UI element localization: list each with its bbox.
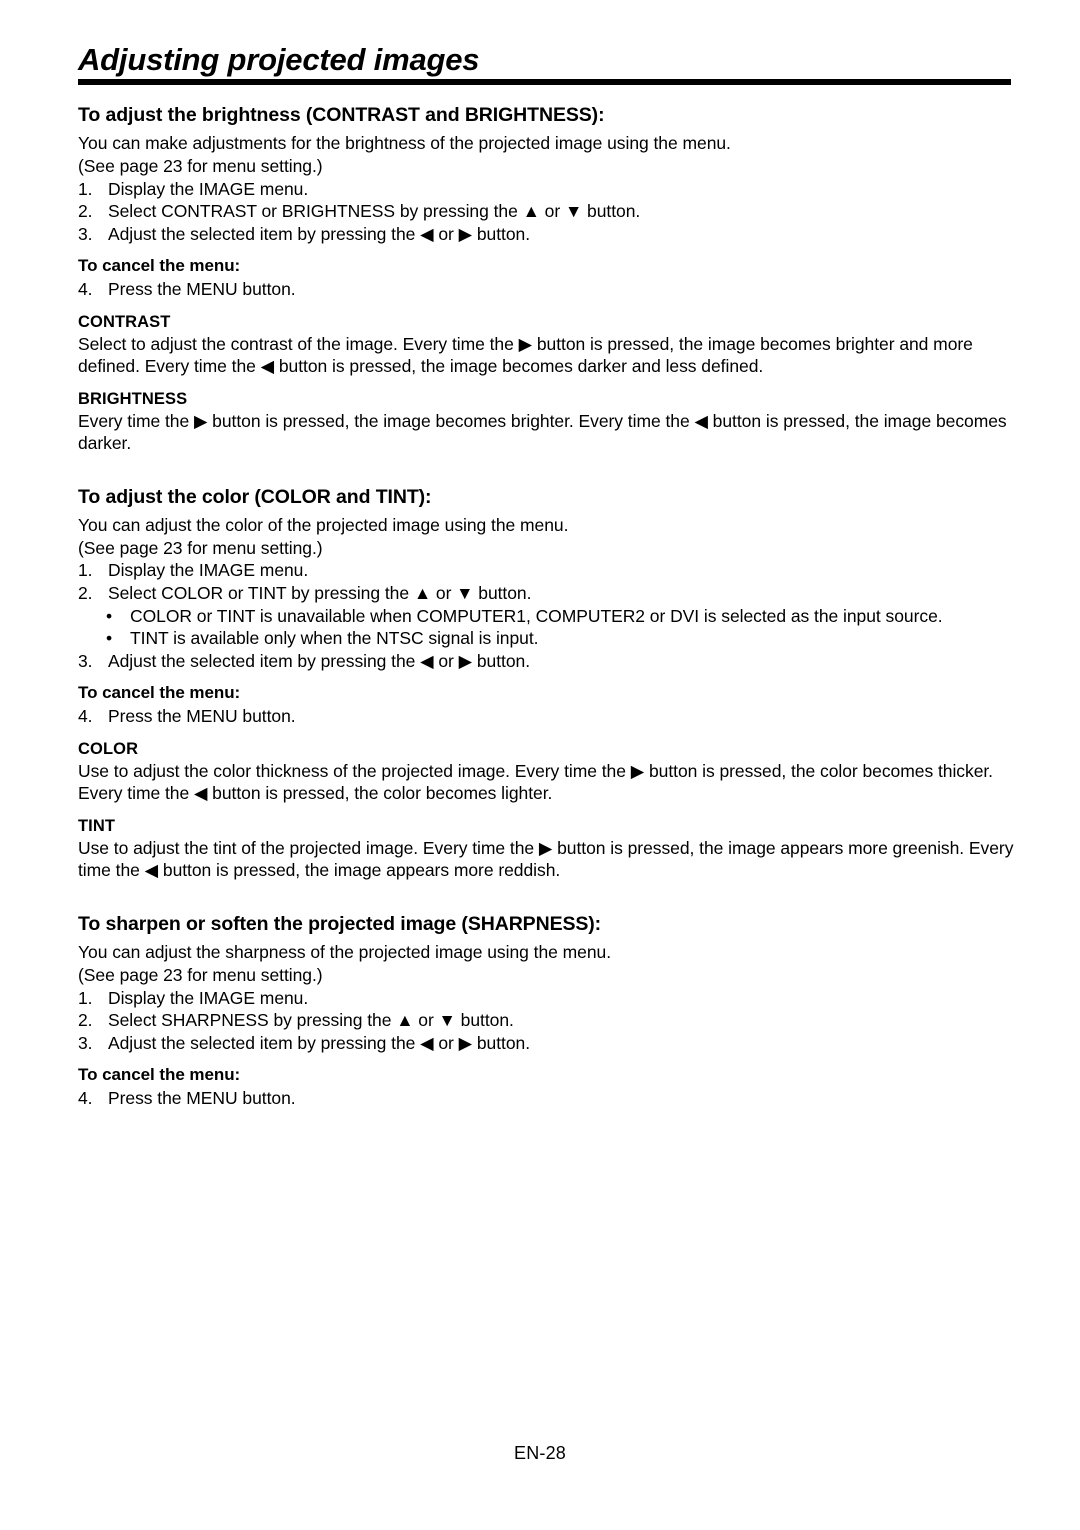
intro-line-1: You can make adjustments for the brightn… — [78, 133, 731, 154]
page-title: Adjusting projected images — [78, 42, 480, 77]
step-text: Press the MENU button. — [108, 706, 296, 727]
step-text: Press the MENU button. — [108, 278, 296, 299]
intro-line-2: (See page 23 for menu setting.) — [78, 155, 323, 176]
subhead-tint: TINT — [78, 816, 116, 835]
subhead-contrast: CONTRAST — [78, 312, 171, 331]
subhead-contrast-body: Select to adjust the contrast of the ima… — [78, 333, 973, 377]
step-number: 4. — [78, 1087, 93, 1108]
section-heading-color: To adjust the color (COLOR and TINT): — [78, 485, 432, 508]
bullet-glyph: • — [106, 605, 113, 626]
step-number: 1. — [78, 178, 93, 199]
subhead-color-body: Use to adjust the color thickness of the… — [78, 760, 993, 804]
step-text: Press the MENU button. — [108, 1087, 296, 1108]
section-sharpness: To sharpen or soften the projected image… — [78, 912, 1022, 1110]
cancel-menu-label: To cancel the menu: — [78, 683, 241, 703]
cancel-menu-label: To cancel the menu: — [78, 1065, 241, 1085]
step-number: 1. — [78, 987, 93, 1008]
intro-line-1: You can adjust the sharpness of the proj… — [78, 942, 612, 963]
step-item: 2. Select SHARPNESS by pressing the ▲ or … — [78, 1009, 1022, 1032]
step-item: 4. Press the MENU button. — [78, 1087, 1022, 1110]
step-number: 4. — [78, 278, 93, 299]
subhead-color: COLOR — [78, 739, 139, 758]
bullet-glyph: • — [106, 628, 113, 649]
section-heading-sharpness: To sharpen or soften the projected image… — [78, 913, 602, 935]
step-text: Display the IMAGE menu. — [108, 560, 309, 581]
bullet-text: TINT is available only when the NTSC sig… — [130, 628, 539, 649]
step-number: 2. — [78, 201, 93, 222]
step-item: 2. Select COLOR or TINT by pressing the ▲… — [78, 582, 1022, 605]
step-number: 1. — [78, 560, 93, 581]
step-item: 1. Display the IMAGE menu. — [78, 178, 1022, 201]
step-item: 3. Adjust the selected item by pressing t… — [78, 650, 1022, 673]
step-item: 1. Display the IMAGE menu. — [78, 987, 1022, 1010]
step-item: 4. Press the MENU button. — [78, 278, 1022, 301]
step-text: Select COLOR or TINT by pressing the ▲ o… — [108, 583, 532, 604]
step-number: 3. — [78, 1032, 93, 1053]
subhead-brightness: BRIGHTNESS — [78, 389, 188, 408]
step-number: 3. — [78, 650, 93, 671]
step-text: Select CONTRAST or BRIGHTNESS by pressin… — [108, 201, 641, 222]
step-item: 2. Select CONTRAST or BRIGHTNESS by press… — [78, 200, 1022, 223]
step-number: 2. — [78, 1010, 93, 1031]
step-item: 1. Display the IMAGE menu. — [78, 559, 1022, 582]
step-number: 2. — [78, 583, 93, 604]
intro-line-2: (See page 23 for menu setting.) — [78, 537, 323, 558]
bullet-item: • COLOR or TINT is unavailable when COMPU… — [78, 605, 1022, 628]
step-text: Adjust the selected item by pressing the… — [108, 650, 531, 671]
section-brightness: To adjust the brightness (CONTRAST and B… — [78, 103, 1022, 455]
step-item: 3. Adjust the selected item by pressing t… — [78, 223, 1022, 246]
intro-line-1: You can adjust the color of the projecte… — [78, 515, 569, 536]
step-text: Display the IMAGE menu. — [108, 987, 309, 1008]
manual-page: Adjusting projected images To adjust the… — [0, 0, 1080, 1530]
step-text: Adjust the selected item by pressing the… — [108, 1032, 531, 1053]
step-number: 4. — [78, 706, 93, 727]
step-item: 4. Press the MENU button. — [78, 705, 1022, 728]
cancel-menu-label: To cancel the menu: — [78, 256, 241, 276]
title-rule — [78, 79, 1011, 85]
step-item: 3. Adjust the selected item by pressing t… — [78, 1032, 1022, 1055]
step-text: Display the IMAGE menu. — [108, 178, 309, 199]
bullet-text: COLOR or TINT is unavailable when COMPUT… — [130, 605, 943, 626]
section-color: To adjust the color (COLOR and TINT): Yo… — [78, 485, 1022, 882]
step-text: Select SHARPNESS by pressing the ▲ or ▼ … — [108, 1010, 514, 1031]
bullet-item: • TINT is available only when the NTSC si… — [78, 627, 1022, 650]
subhead-tint-body: Use to adjust the tint of the projected … — [78, 837, 1014, 881]
section-heading-brightness: To adjust the brightness (CONTRAST and B… — [78, 104, 605, 126]
page-content: Adjusting projected images To adjust the… — [78, 44, 1022, 1110]
subhead-brightness-body: Every time the ▶ button is pressed, the … — [78, 410, 1007, 454]
step-number: 3. — [78, 223, 93, 244]
step-text: Adjust the selected item by pressing the… — [108, 223, 531, 244]
page-footer: EN-28 — [513, 1443, 567, 1463]
intro-line-2: (See page 23 for menu setting.) — [78, 964, 323, 985]
